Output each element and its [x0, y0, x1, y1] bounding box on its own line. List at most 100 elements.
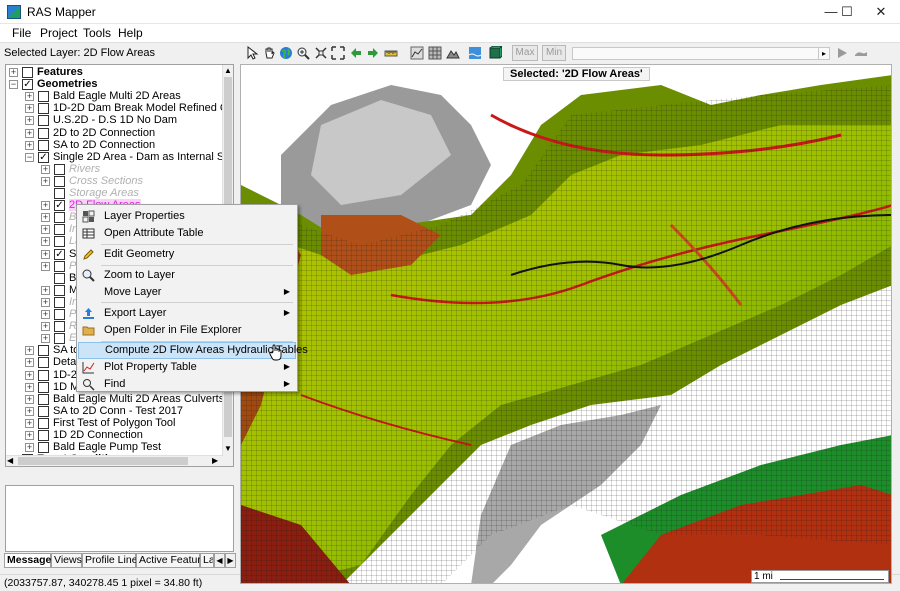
tree-expander-icon[interactable]: + [25, 443, 34, 453]
animation-speed-icon[interactable] [854, 46, 868, 60]
tree-checkbox[interactable] [22, 67, 33, 78]
tree-expander-icon[interactable]: + [25, 104, 34, 114]
scroll-left-icon[interactable]: ◀ [7, 456, 17, 465]
tree-expander-icon[interactable]: + [41, 334, 50, 344]
tree-expander-icon[interactable]: − [25, 152, 34, 162]
tree-expander-icon[interactable]: + [41, 261, 50, 271]
tab-profile-lines[interactable]: Profile Lines [82, 553, 143, 568]
3d-view-icon[interactable] [488, 46, 502, 60]
tree-item[interactable]: − ✓ Single 2D Area - Dam as Internal Struc… [6, 151, 233, 164]
tree-expander-icon[interactable]: + [25, 346, 34, 356]
tree-checkbox[interactable]: ✓ [54, 200, 65, 212]
tree-expander-icon[interactable]: + [9, 68, 18, 77]
grid-tool-icon[interactable] [428, 46, 442, 60]
zoom-extent-icon[interactable] [314, 46, 328, 60]
globe-icon[interactable] [279, 46, 293, 60]
menu-tools[interactable]: Tools [83, 26, 111, 40]
menu-zoom-to-layer[interactable]: Zoom to Layer [78, 267, 296, 284]
scroll-up-icon[interactable]: ▲ [224, 66, 232, 76]
time-slider[interactable]: ▸ [572, 47, 830, 60]
tree-checkbox[interactable] [54, 309, 65, 320]
tree-checkbox[interactable] [38, 405, 49, 417]
tree-hscroll-thumb[interactable] [18, 457, 188, 465]
tree-expander-icon[interactable]: + [25, 358, 34, 368]
water-surface-icon[interactable] [468, 46, 482, 60]
min-button[interactable]: Min [542, 45, 566, 61]
tree-expander-icon[interactable]: + [41, 310, 50, 319]
tree-expander-icon[interactable]: + [25, 116, 34, 126]
menu-find[interactable]: Find ▶ [78, 376, 296, 393]
time-slider-right-arrow[interactable]: ▸ [818, 48, 829, 59]
play-icon[interactable] [835, 46, 849, 60]
tab-active-features[interactable]: Active Features [136, 553, 212, 568]
map-view[interactable]: Selected: '2D Flow Areas' 1 mi [240, 64, 892, 584]
tree-expander-icon[interactable]: + [41, 176, 50, 186]
full-extent-icon[interactable] [331, 46, 345, 60]
tree-horizontal-scrollbar[interactable]: ◀ ▶ [6, 455, 223, 466]
tab-scroll-right-icon[interactable]: ▶ [225, 553, 236, 568]
terrain-tool-icon[interactable] [446, 46, 460, 60]
tree-expander-icon[interactable]: + [25, 394, 34, 404]
menu-move-layer[interactable]: Move Layer ▶ [78, 284, 296, 301]
tree-checkbox[interactable] [54, 224, 65, 236]
scroll-right-icon[interactable]: ▶ [212, 456, 222, 465]
menu-layer-properties[interactable]: Layer Properties [78, 208, 296, 225]
terrain-map[interactable] [241, 65, 892, 584]
pan-hand-icon[interactable] [262, 46, 276, 60]
tree-checkbox[interactable] [54, 212, 65, 224]
menu-edit-geometry[interactable]: Edit Geometry [78, 246, 296, 263]
tree-expander-icon[interactable]: + [25, 406, 34, 416]
tree-expander-icon[interactable]: + [41, 249, 50, 259]
tree-checkbox[interactable] [38, 369, 49, 381]
tree-checkbox[interactable] [38, 393, 49, 405]
tree-checkbox[interactable] [54, 333, 65, 345]
forward-arrow-icon[interactable] [366, 46, 380, 60]
menu-file[interactable]: File [12, 26, 31, 40]
tree-checkbox[interactable] [54, 188, 65, 199]
tree-expander-icon[interactable]: + [25, 92, 34, 102]
tree-expander-icon[interactable]: + [25, 140, 34, 150]
profile-plot-icon[interactable] [410, 46, 424, 60]
menu-plot-property-table[interactable]: Plot Property Table ▶ [78, 359, 296, 376]
tab-views[interactable]: Views [51, 553, 82, 568]
tree-checkbox[interactable]: ✓ [22, 79, 33, 91]
tab-scroll-left-icon[interactable]: ◀ [214, 553, 225, 568]
menu-open-attribute-table[interactable]: Open Attribute Table [78, 225, 296, 242]
tree-checkbox[interactable] [54, 163, 65, 175]
tree-checkbox[interactable] [38, 442, 49, 454]
menu-help[interactable]: Help [118, 26, 143, 40]
max-button[interactable]: Max [512, 45, 538, 61]
tree-expander-icon[interactable]: + [25, 370, 34, 380]
tree-expander-icon[interactable]: + [25, 418, 34, 428]
select-arrow-icon[interactable] [245, 46, 259, 60]
tree-checkbox[interactable]: ✓ [54, 248, 65, 260]
tree-checkbox[interactable] [38, 430, 49, 441]
tree-expander-icon[interactable]: + [25, 431, 34, 440]
tree-checkbox[interactable] [54, 284, 65, 296]
menu-export-layer[interactable]: Export Layer ▶ [78, 305, 296, 322]
tree-expander-icon[interactable]: + [41, 297, 50, 307]
tree-expander-icon[interactable]: + [41, 164, 50, 174]
tree-expander-icon[interactable]: + [25, 382, 34, 392]
zoom-in-icon[interactable] [296, 46, 310, 60]
tree-checkbox[interactable] [38, 103, 49, 115]
tree-checkbox[interactable]: ✓ [38, 151, 49, 163]
tree-expander-icon[interactable]: − [9, 80, 18, 90]
tree-expander-icon[interactable]: + [41, 322, 50, 332]
tree-expander-icon[interactable]: + [41, 213, 50, 223]
tree-checkbox[interactable] [54, 272, 65, 284]
tree-checkbox[interactable] [54, 236, 65, 248]
tree-checkbox[interactable] [38, 357, 49, 369]
close-button[interactable]: ✕ [858, 0, 900, 24]
tab-messages[interactable]: Messages [4, 553, 57, 568]
tree-checkbox[interactable] [38, 139, 49, 151]
menu-open-folder[interactable]: Open Folder in File Explorer [78, 322, 296, 339]
tree-expander-icon[interactable]: + [41, 225, 50, 235]
measure-icon[interactable] [384, 46, 398, 60]
tree-checkbox[interactable] [54, 175, 65, 187]
tree-checkbox[interactable] [38, 91, 49, 103]
scroll-down-icon[interactable]: ▼ [224, 444, 232, 454]
tree-expander-icon[interactable]: + [25, 128, 34, 138]
tree-checkbox[interactable] [54, 260, 65, 272]
tree-checkbox[interactable] [38, 381, 49, 393]
